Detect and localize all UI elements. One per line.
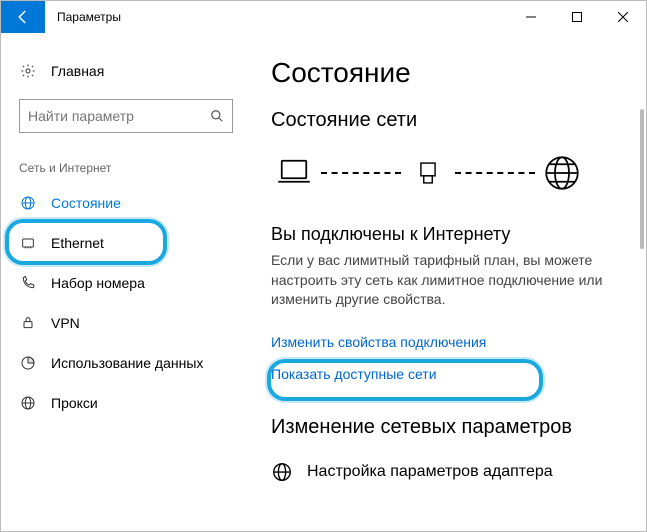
section-header-status: Состояние сети xyxy=(271,109,646,132)
sidebar-group-header: Сеть и Интернет xyxy=(1,151,251,183)
scrollbar-thumb[interactable] xyxy=(640,109,644,249)
sidebar-item-label: Прокси xyxy=(51,395,98,411)
adapter-settings-row[interactable]: Настройка параметров адаптера xyxy=(271,455,646,483)
sidebar-item-label: Ethernet xyxy=(51,235,104,251)
close-button[interactable] xyxy=(600,1,646,33)
sidebar-home-label: Главная xyxy=(51,63,104,79)
maximize-button[interactable] xyxy=(554,1,600,33)
network-diagram xyxy=(271,150,646,196)
adapter-settings-label: Настройка параметров адаптера xyxy=(307,463,553,481)
settings-window: Параметры Главная Се xyxy=(0,0,647,532)
search-icon xyxy=(210,109,224,123)
sidebar-item-proxy[interactable]: Прокси xyxy=(1,383,251,423)
globe-icon xyxy=(19,395,37,411)
search-box[interactable] xyxy=(19,99,233,133)
data-usage-icon xyxy=(19,355,37,371)
sidebar-item-label: Набор номера xyxy=(51,275,145,291)
titlebar: Параметры xyxy=(1,1,646,33)
page-title: Состояние xyxy=(271,57,646,89)
vpn-icon xyxy=(19,315,37,331)
globe-icon xyxy=(271,461,293,483)
globe-icon xyxy=(19,195,37,211)
sidebar-item-label: VPN xyxy=(51,315,80,331)
dash-line xyxy=(321,172,401,174)
sidebar-home[interactable]: Главная xyxy=(1,51,251,91)
sidebar-item-datausage[interactable]: Использование данных xyxy=(1,343,251,383)
sidebar-item-vpn[interactable]: VPN xyxy=(1,303,251,343)
app-title: Параметры xyxy=(45,1,121,33)
link-show-networks[interactable]: Показать доступные сети xyxy=(271,358,646,390)
main-content: Состояние Состояние сети Вы подключены к… xyxy=(251,33,646,531)
connected-title: Вы подключены к Интернету xyxy=(271,224,646,245)
phone-icon xyxy=(19,275,37,291)
dash-line xyxy=(455,172,535,174)
laptop-icon xyxy=(271,150,317,196)
sidebar-item-label: Состояние xyxy=(51,195,121,211)
sidebar: Главная Сеть и Интернет Состояние Et xyxy=(1,33,251,531)
link-change-connection-props[interactable]: Изменить свойства подключения xyxy=(271,326,646,358)
connected-description: Если у вас лимитный тарифный план, вы мо… xyxy=(271,251,611,310)
minimize-button[interactable] xyxy=(508,1,554,33)
sidebar-item-status[interactable]: Состояние xyxy=(1,183,251,223)
ethernet-icon xyxy=(19,235,37,251)
back-button[interactable] xyxy=(1,1,45,33)
gear-icon xyxy=(19,63,37,79)
search-input[interactable] xyxy=(28,108,210,124)
sidebar-item-label: Использование данных xyxy=(51,355,203,371)
section-header-params: Изменение сетевых параметров xyxy=(271,416,646,439)
sidebar-item-ethernet[interactable]: Ethernet xyxy=(1,223,251,263)
router-icon xyxy=(405,150,451,196)
globe-icon xyxy=(539,150,585,196)
sidebar-item-dialup[interactable]: Набор номера xyxy=(1,263,251,303)
